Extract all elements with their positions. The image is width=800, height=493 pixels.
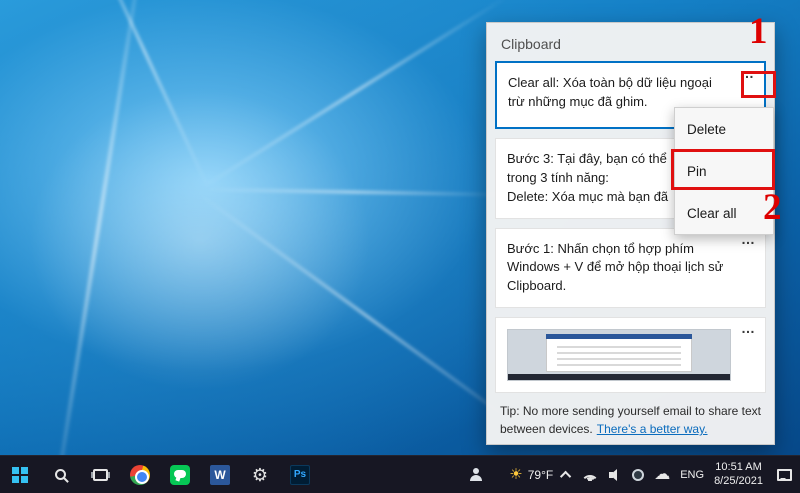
- photoshop-icon: Ps: [290, 464, 310, 485]
- language-indicator[interactable]: ENG: [680, 469, 704, 481]
- clipboard-tip: Tip: No more sending yourself email to s…: [487, 402, 774, 450]
- weather-widget[interactable]: ☀ 79°F: [509, 467, 553, 482]
- chrome-button[interactable]: [120, 456, 160, 493]
- photoshop-button[interactable]: Ps: [280, 456, 320, 493]
- tray-app-icon[interactable]: [632, 468, 645, 481]
- clipboard-title: Clipboard: [501, 36, 561, 52]
- wallpaper-beam: [201, 0, 509, 189]
- screen: Clipboard Clear all: Xóa toàn bộ dữ liệu…: [0, 0, 800, 493]
- clipboard-item-3[interactable]: Bước 1: Nhấn chọn tổ hợp phím Windows + …: [495, 227, 766, 309]
- chevron-up-icon[interactable]: [560, 470, 572, 482]
- start-button[interactable]: [0, 456, 40, 493]
- clipboard-image-thumbnail: [507, 329, 731, 382]
- search-icon: [54, 469, 66, 480]
- clock-time: 10:51 AM: [715, 460, 762, 473]
- speaker-icon[interactable]: [609, 468, 622, 481]
- annotation-number-1: 1: [749, 11, 768, 52]
- wifi-icon[interactable]: [581, 468, 600, 481]
- thumbnail-ribbon: [545, 334, 693, 340]
- clipboard-item-4-image[interactable]: …: [495, 317, 766, 394]
- annotation-box-pin: [671, 149, 775, 190]
- annotation-number-2: 2: [763, 187, 782, 228]
- chrome-icon: [130, 464, 150, 485]
- word-button[interactable]: W: [200, 456, 240, 493]
- weather-temp: 79°F: [527, 467, 554, 482]
- annotation-box-options: [741, 71, 776, 98]
- tip-link[interactable]: There's a better way.: [597, 422, 708, 436]
- gear-icon: ⚙: [251, 464, 269, 485]
- action-center-icon[interactable]: [777, 468, 792, 481]
- onedrive-cloud-icon[interactable]: ☁: [654, 466, 670, 483]
- line-app-button[interactable]: [160, 456, 200, 493]
- menu-item-delete[interactable]: Delete: [675, 108, 773, 150]
- taskbar: W ⚙ Ps ☀ 79°F ☁ ENG 10:51 AM 8/25/2021: [0, 455, 800, 493]
- line-app-icon: [170, 464, 190, 485]
- search-button[interactable]: [40, 456, 80, 493]
- item-options-button[interactable]: …: [741, 319, 756, 339]
- menu-item-clear-all[interactable]: Clear all: [675, 192, 773, 234]
- word-icon: W: [210, 464, 230, 485]
- people-icon[interactable]: [469, 468, 483, 481]
- task-view-button[interactable]: [80, 456, 120, 493]
- clipboard-item-3-text: Bước 1: Nhấn chọn tổ hợp phím Windows + …: [507, 240, 724, 294]
- system-tray: ☀ 79°F ☁ ENG 10:51 AM 8/25/2021: [469, 461, 800, 489]
- clock-date: 8/25/2021: [714, 474, 763, 487]
- thumbnail-taskbar: [508, 374, 730, 381]
- taskbar-clock[interactable]: 10:51 AM 8/25/2021: [714, 461, 763, 489]
- sun-icon: ☀: [509, 466, 523, 483]
- thumbnail-text-lines: [556, 346, 682, 369]
- task-view-icon: [92, 468, 108, 481]
- settings-button[interactable]: ⚙: [240, 456, 280, 493]
- windows-logo-icon: [12, 466, 28, 483]
